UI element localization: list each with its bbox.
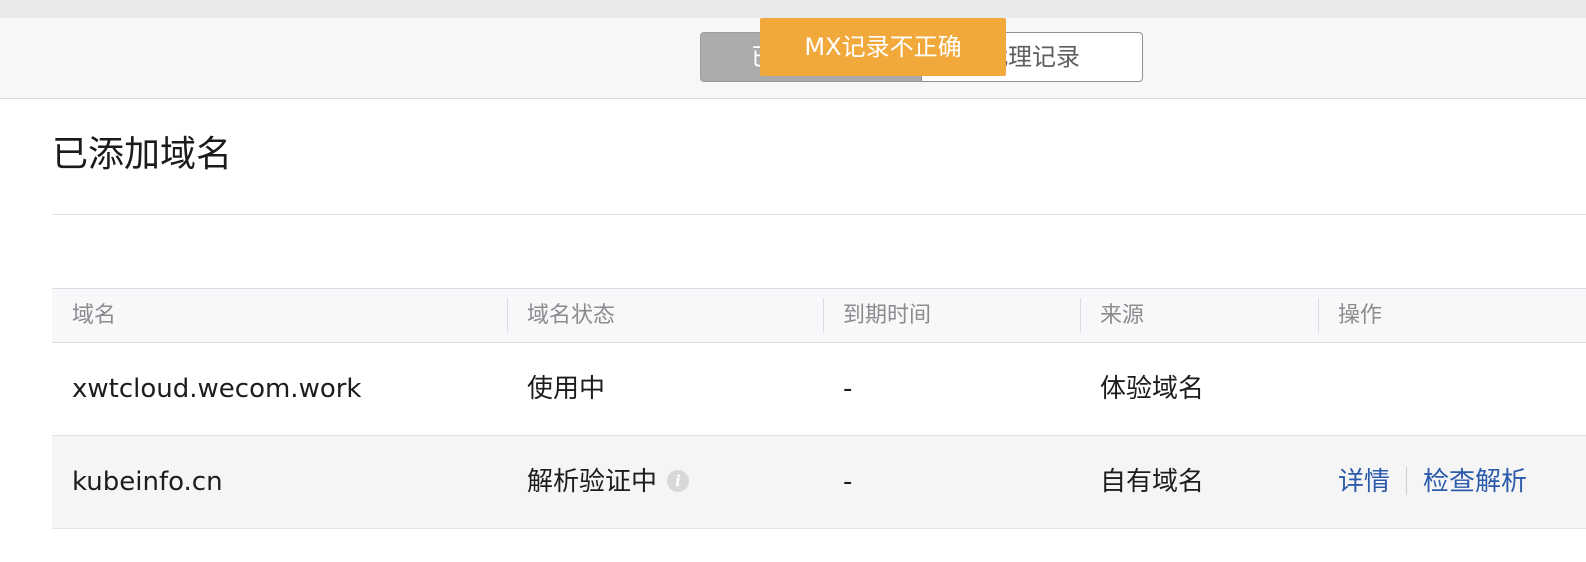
table-row: kubeinfo.cn 解析验证中 i - 自有域名 详情 检查解析	[52, 436, 1586, 529]
column-header-domain: 域名	[72, 303, 117, 328]
domain-name: kubeinfo.cn	[72, 467, 223, 497]
domain-expiry: -	[843, 467, 853, 497]
column-header-source: 来源	[1100, 303, 1145, 328]
action-divider	[1406, 466, 1408, 495]
column-divider	[507, 298, 508, 333]
details-link[interactable]: 详情	[1338, 467, 1390, 497]
column-divider	[1080, 298, 1081, 333]
check-resolution-link[interactable]: 检查解析	[1423, 467, 1527, 497]
domain-source: 自有域名	[1100, 467, 1205, 497]
table-header: 域名 域名状态 到期时间 来源 操作	[52, 288, 1586, 343]
column-divider	[1318, 298, 1319, 333]
domain-source: 体验域名	[1100, 374, 1205, 404]
error-toast: MX记录不正确	[760, 18, 1006, 76]
domain-expiry: -	[843, 374, 853, 404]
domain-name: xwtcloud.wecom.work	[72, 374, 362, 404]
domain-status: 使用中	[527, 374, 606, 404]
domain-status-label: 解析验证中	[527, 467, 658, 497]
title-divider	[52, 214, 1586, 215]
domains-table: 域名 域名状态 到期时间 来源 操作 xwtcloud.wecom.work 使…	[52, 288, 1586, 529]
column-header-expiry: 到期时间	[843, 303, 932, 328]
column-divider	[823, 298, 824, 333]
column-header-status: 域名状态	[527, 303, 616, 328]
table-row: xwtcloud.wecom.work 使用中 - 体验域名	[52, 343, 1586, 436]
row-actions: 详情 检查解析	[1338, 436, 1527, 528]
column-header-actions: 操作	[1338, 303, 1383, 328]
domain-status: 解析验证中 i	[527, 436, 690, 528]
top-strip	[0, 0, 1586, 18]
info-icon[interactable]: i	[667, 469, 690, 492]
page-title: 已添加域名	[52, 134, 233, 175]
